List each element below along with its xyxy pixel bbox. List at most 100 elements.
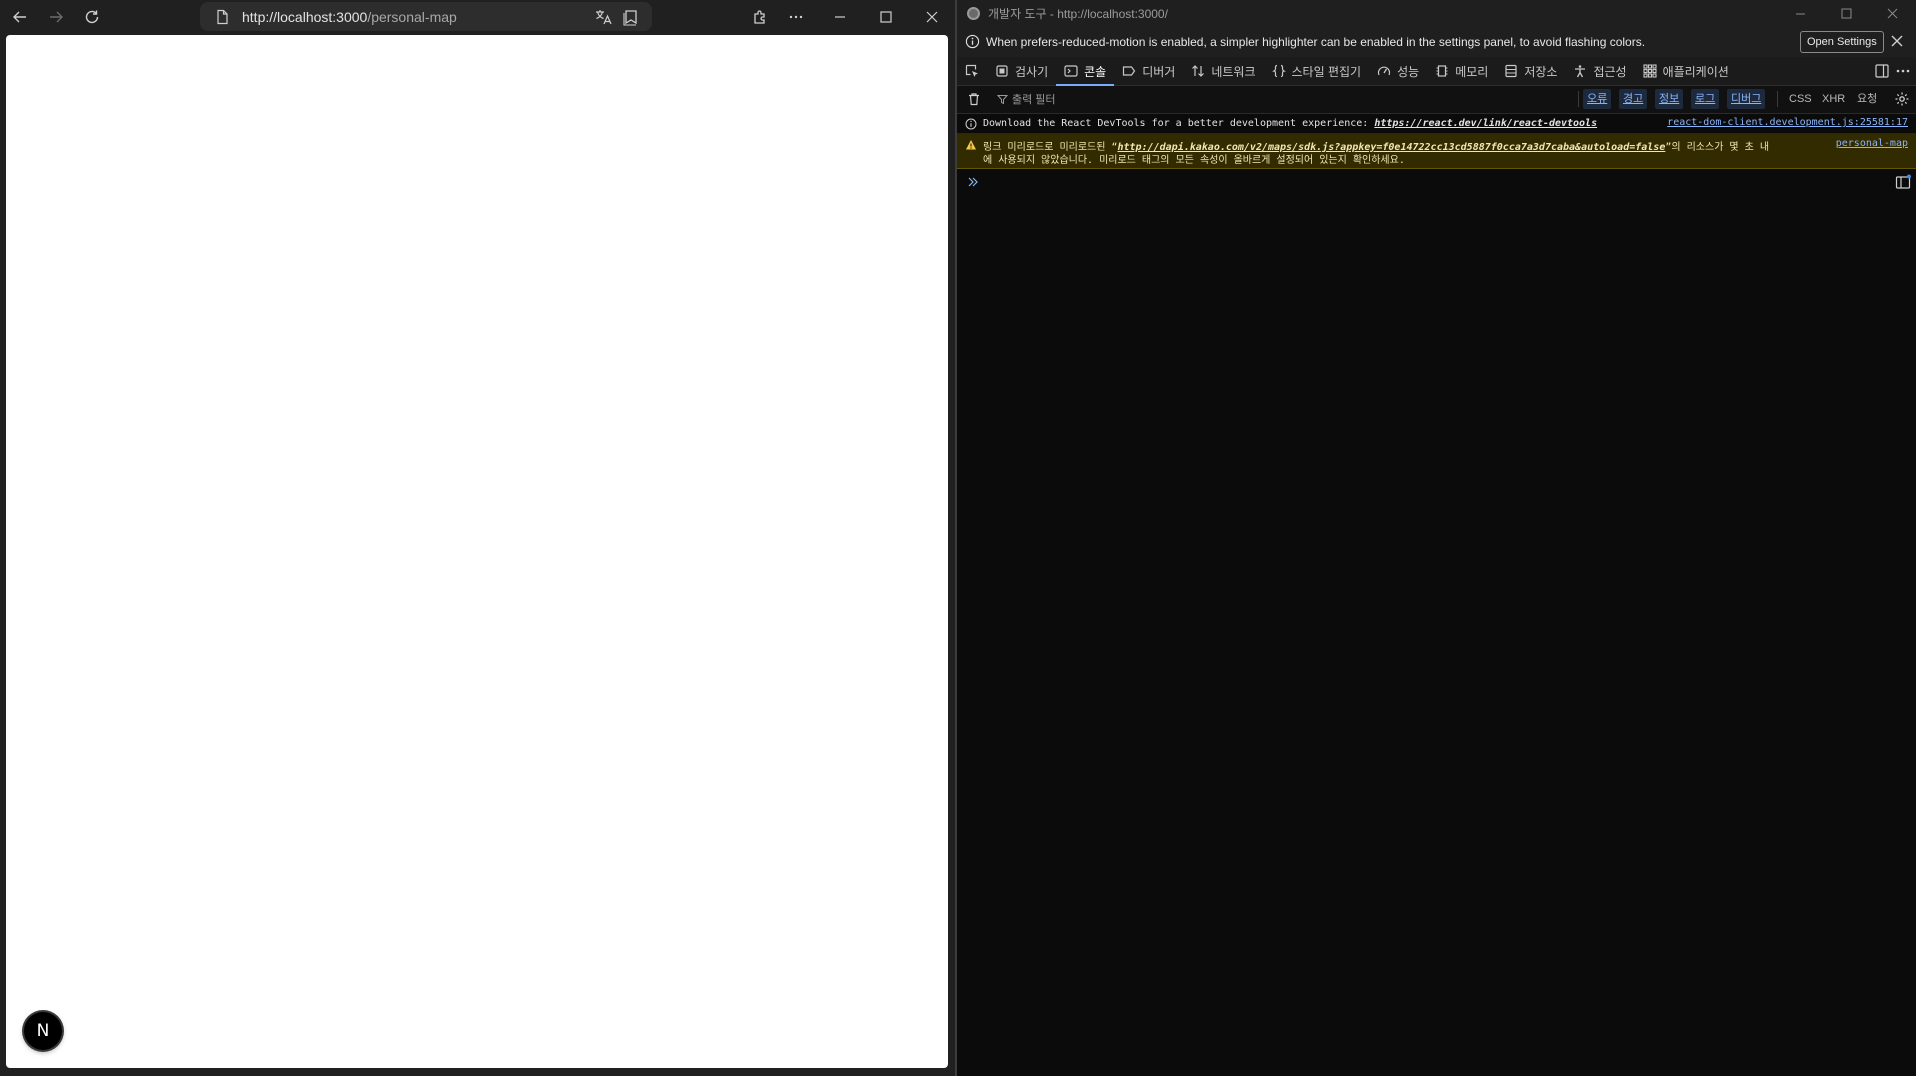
tab-memory[interactable]: 메모리: [1427, 57, 1496, 85]
console-prompt-chevron-icon[interactable]: [967, 176, 979, 188]
filter-funnel-icon: [997, 94, 1008, 104]
filter-placeholder: 출력 필터: [1012, 94, 1056, 106]
extensions-button[interactable]: [742, 2, 778, 32]
network-icon: [1192, 65, 1205, 77]
devtools-minimize-button[interactable]: [1777, 0, 1823, 26]
tab-application[interactable]: 애플리케이션: [1635, 57, 1737, 85]
nextjs-logo-icon: N: [36, 1021, 50, 1041]
close-icon: [926, 11, 938, 23]
tab-style-editor[interactable]: 스타일 편집기: [1264, 57, 1370, 85]
memory-icon: [1436, 65, 1448, 77]
requests-toggle[interactable]: 요청: [1857, 89, 1877, 109]
refresh-icon: [85, 10, 99, 24]
tab-storage[interactable]: 저장소: [1496, 57, 1565, 85]
console-filter-bar: 출력 필터 오류 경고 정보 로그 디버그 CSS XHR 요청: [957, 86, 1916, 114]
tab-label: 애플리케이션: [1662, 64, 1729, 79]
open-settings-button[interactable]: Open Settings: [1800, 31, 1884, 53]
minimize-button[interactable]: [818, 2, 862, 32]
more-options-icon[interactable]: [1895, 63, 1911, 79]
level-warning-toggle[interactable]: 경고: [1619, 89, 1648, 109]
devtools-maximize-button[interactable]: [1823, 0, 1869, 26]
message-source-link[interactable]: react-dom-client.development.js:25581:17: [1667, 117, 1908, 128]
devtools-titlebar: 개발자 도구 - http://localhost:3000/: [957, 0, 1916, 26]
toolbar-separator: [1578, 91, 1579, 107]
info-icon: [965, 118, 977, 129]
sidebar-toggle-icon[interactable]: [1895, 174, 1911, 190]
warning-icon: [966, 140, 976, 150]
element-picker-icon: [965, 64, 978, 77]
maximize-icon: [880, 11, 892, 23]
trash-icon[interactable]: [967, 92, 981, 106]
more-dots-icon: [789, 15, 803, 19]
css-toggle[interactable]: CSS: [1789, 89, 1812, 109]
tab-label: 메모리: [1455, 64, 1489, 79]
level-debug-toggle[interactable]: 디버그: [1727, 89, 1766, 109]
performance-icon: [1378, 66, 1391, 76]
puzzle-icon: [754, 10, 765, 24]
devtools-window: 개발자 도구 - http://localhost:3000/ When pre…: [957, 0, 1916, 1076]
tab-debugger[interactable]: 디버거: [1114, 57, 1183, 85]
tab-label: 네트워크: [1211, 64, 1256, 79]
console-message-info: Download the React DevTools for a better…: [957, 114, 1916, 134]
tab-console[interactable]: 콘솔: [1056, 57, 1115, 86]
firefox-logo-icon: [967, 6, 980, 20]
maximize-button[interactable]: [864, 2, 908, 32]
minimize-icon: [835, 16, 845, 18]
back-button[interactable]: [2, 2, 38, 32]
application-icon: [1643, 64, 1657, 78]
info-icon: [965, 34, 980, 49]
tab-label: 검사기: [1015, 64, 1049, 79]
tab-accessibility[interactable]: 접근성: [1565, 57, 1634, 85]
forward-button[interactable]: [38, 2, 74, 32]
page-viewport[interactable]: N: [6, 35, 948, 1068]
console-output: Download the React DevTools for a better…: [957, 114, 1916, 1076]
dock-side-icon[interactable]: [1874, 63, 1890, 79]
url-text: http://localhost:3000/personal-map: [242, 8, 457, 25]
tab-inspector[interactable]: 검사기: [987, 57, 1056, 85]
maximize-icon: [1841, 8, 1851, 18]
tab-label: 저장소: [1524, 64, 1558, 79]
gear-icon[interactable]: [1894, 91, 1910, 107]
message-text: Download the React DevTools for a better…: [983, 118, 1598, 129]
tab-performance[interactable]: 성능: [1369, 57, 1427, 85]
close-icon: [1887, 8, 1897, 18]
storage-icon: [1505, 64, 1517, 78]
address-bar[interactable]: http://localhost:3000/personal-map: [200, 2, 652, 31]
warning-text-line2: 에 사용되지 않았습니다. 미리로드 태그의 모든 속성이 올바르게 설정되어 …: [983, 155, 1405, 166]
page-icon: [217, 9, 228, 24]
minimize-icon: [1795, 13, 1805, 14]
back-arrow-icon: [13, 11, 26, 23]
level-error-toggle[interactable]: 오류: [1583, 89, 1612, 109]
nextjs-dev-indicator[interactable]: N: [24, 1012, 62, 1050]
browser-window: http://localhost:3000/personal-map N: [0, 0, 955, 1076]
reading-view-icon[interactable]: [622, 8, 640, 26]
devtools-close-button[interactable]: [1869, 0, 1915, 26]
inspector-icon: [996, 65, 1008, 77]
element-picker-button[interactable]: [957, 57, 987, 85]
level-info-toggle[interactable]: 정보: [1655, 89, 1684, 109]
console-icon: [1064, 65, 1078, 77]
tab-network[interactable]: 네트워크: [1183, 57, 1263, 85]
toolbar-separator: [1777, 91, 1778, 107]
devtools-title: 개발자 도구 - http://localhost:3000/: [988, 6, 1168, 21]
style-editor-icon: [1271, 64, 1286, 78]
console-message-warning: 링크 미리로드로 미리로드된 “http://dapi.kakao.com/v2…: [957, 134, 1916, 169]
tab-label: 스타일 편집기: [1291, 64, 1362, 79]
level-log-toggle[interactable]: 로그: [1691, 89, 1720, 109]
accessibility-icon: [1575, 65, 1586, 78]
translate-icon[interactable]: [594, 8, 612, 26]
tab-label: 성능: [1397, 64, 1420, 79]
tab-label: 디버거: [1142, 64, 1176, 79]
xhr-toggle[interactable]: XHR: [1822, 89, 1845, 109]
devtools-tabs: 검사기 콘솔 디버거 네트워크 스타일 편집기 성능 메모리 저장소 접근성 애…: [957, 57, 1916, 86]
refresh-button[interactable]: [74, 2, 110, 32]
more-menu-button[interactable]: [778, 2, 814, 32]
console-filter-input[interactable]: 출력 필터: [997, 89, 1467, 109]
tab-label: 접근성: [1593, 64, 1627, 79]
close-window-button[interactable]: [910, 2, 954, 32]
close-icon[interactable]: [1889, 33, 1905, 49]
notification-bar: When prefers-reduced-motion is enabled, …: [957, 26, 1916, 58]
react-devtools-link[interactable]: https://react.dev/link/react-devtools: [1374, 118, 1597, 129]
debugger-icon: [1123, 66, 1136, 76]
message-source-link[interactable]: personal-map: [1836, 138, 1908, 149]
